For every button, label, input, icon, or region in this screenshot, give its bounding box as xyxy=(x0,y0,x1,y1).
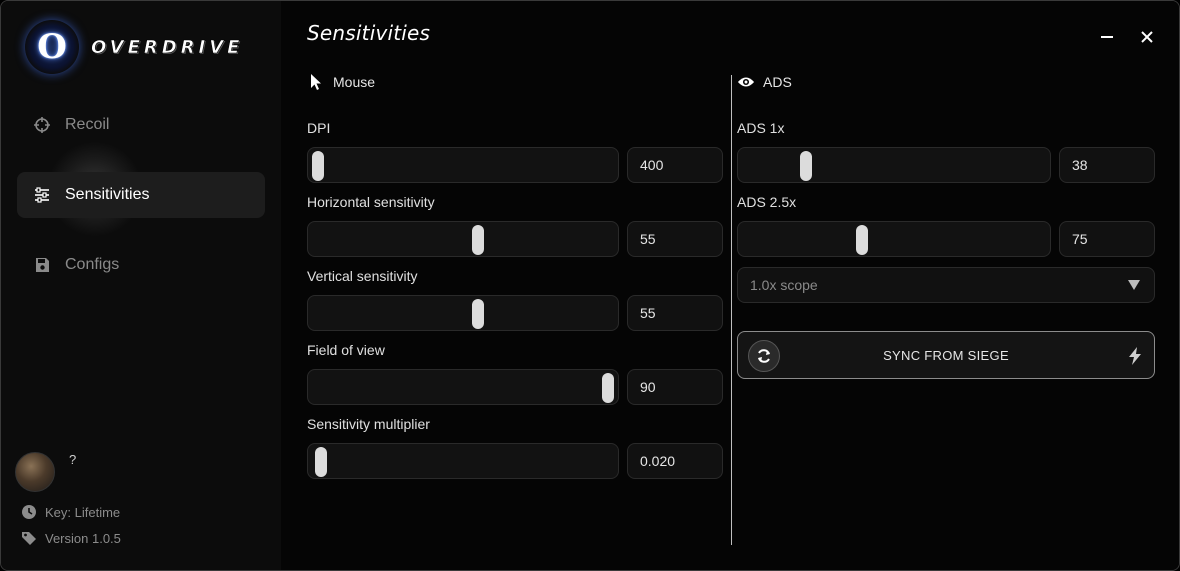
avatar[interactable] xyxy=(15,452,55,492)
sync-from-siege-button[interactable]: SYNC FROM SIEGE xyxy=(737,331,1155,379)
vertical-sensitivity-value-field[interactable]: 55 xyxy=(627,295,723,331)
eye-icon xyxy=(737,73,755,91)
crosshair-icon xyxy=(33,116,51,134)
slider-thumb[interactable] xyxy=(312,151,324,181)
slider-thumb[interactable] xyxy=(471,299,484,329)
brand-name: OVERDRIVE xyxy=(91,36,244,58)
horizontal-sensitivity-value-field[interactable]: 55 xyxy=(627,221,723,257)
sidebar-item-label: Configs xyxy=(65,256,120,273)
dpi-value-field[interactable]: 400 xyxy=(627,147,723,183)
sidebar-item-configs[interactable]: Configs xyxy=(17,242,265,288)
scope-select[interactable]: 1.0x scope xyxy=(737,267,1155,303)
vertical-sensitivity-slider[interactable] xyxy=(307,295,619,331)
column-divider xyxy=(731,75,732,545)
clock-icon xyxy=(21,504,37,520)
main-panel: Sensitivities Mouse DPI 400 Horizontal s… xyxy=(281,1,1179,570)
sliders-icon xyxy=(33,186,51,204)
close-icon xyxy=(1141,31,1153,43)
field-of-view-label: Field of view xyxy=(307,342,385,358)
key-label: Key: Lifetime xyxy=(45,504,121,520)
dpi-slider[interactable] xyxy=(307,147,619,183)
user-name: ? xyxy=(69,452,77,467)
slider-thumb[interactable] xyxy=(602,373,614,403)
horizontal-sensitivity-slider[interactable] xyxy=(307,221,619,257)
field-of-view-value-field[interactable]: 90 xyxy=(627,369,723,405)
save-icon xyxy=(33,256,51,274)
sidebar-item-recoil[interactable]: Recoil xyxy=(17,102,265,148)
minimize-icon xyxy=(1101,36,1113,38)
ads-2-5x-label: ADS 2.5x xyxy=(737,194,797,210)
ads-section-heading: ADS xyxy=(737,73,792,91)
sidebar-item-sensitivities[interactable]: Sensitivities xyxy=(17,172,265,218)
sidebar: O OVERDRIVE Recoil Sensitivities Configs… xyxy=(1,1,281,570)
field-of-view-slider[interactable] xyxy=(307,369,619,405)
slider-thumb[interactable] xyxy=(855,225,868,255)
slider-thumb[interactable] xyxy=(471,225,484,255)
lightning-icon xyxy=(1129,347,1141,365)
slider-thumb[interactable] xyxy=(314,447,327,477)
sensitivity-multiplier-label: Sensitivity multiplier xyxy=(307,416,430,432)
minimize-button[interactable] xyxy=(1093,23,1121,51)
mouse-section-heading: Mouse xyxy=(307,73,375,91)
ads-1x-slider[interactable] xyxy=(737,147,1051,183)
key-info: Key: Lifetime xyxy=(21,504,120,520)
slider-thumb[interactable] xyxy=(800,151,813,181)
caret-down-icon xyxy=(1128,280,1140,290)
app-logo: O OVERDRIVE xyxy=(25,19,243,75)
vertical-sensitivity-label: Vertical sensitivity xyxy=(307,268,418,284)
ads-2-5x-value-field[interactable]: 75 xyxy=(1059,221,1155,257)
version-info: Version 1.0.5 xyxy=(21,530,121,546)
logo-icon: O xyxy=(25,20,79,74)
tag-icon xyxy=(21,530,37,546)
ads-2-5x-slider[interactable] xyxy=(737,221,1051,257)
scope-select-value: 1.0x scope xyxy=(750,277,818,293)
sync-button-label: SYNC FROM SIEGE xyxy=(883,348,1009,363)
cursor-icon xyxy=(307,73,325,91)
dpi-label: DPI xyxy=(307,120,331,136)
app-window: O OVERDRIVE Recoil Sensitivities Configs… xyxy=(0,0,1180,571)
close-button[interactable] xyxy=(1133,23,1161,51)
sensitivity-multiplier-slider[interactable] xyxy=(307,443,619,479)
ads-1x-value-field[interactable]: 38 xyxy=(1059,147,1155,183)
page-title: Sensitivities xyxy=(307,21,431,45)
sidebar-item-label: Recoil xyxy=(65,116,110,133)
sidebar-item-label: Sensitivities xyxy=(65,186,150,203)
horizontal-sensitivity-label: Horizontal sensitivity xyxy=(307,194,435,210)
ads-1x-label: ADS 1x xyxy=(737,120,785,136)
version-label: Version 1.0.5 xyxy=(45,530,121,546)
sensitivity-multiplier-value-field[interactable]: 0.020 xyxy=(627,443,723,479)
